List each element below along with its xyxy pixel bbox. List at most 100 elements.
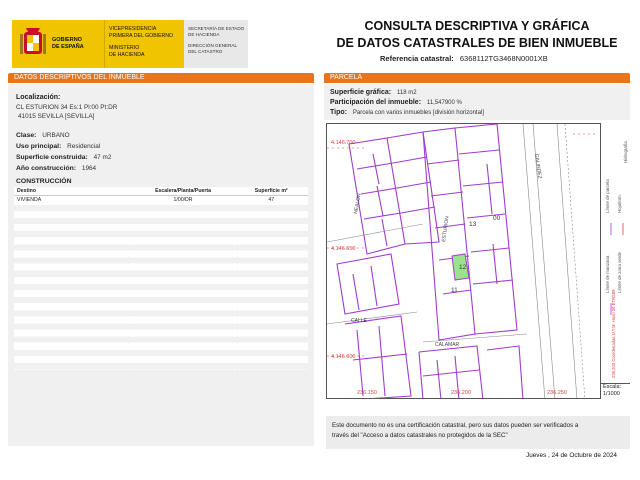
min-line-2: DE HACIENDA bbox=[109, 51, 145, 58]
section-bar-descriptive: DATOS DESCRIPTIVOS DEL INMUEBLE bbox=[8, 73, 314, 83]
map-legend-strip: Límite de parcela Límite de manzana Hoja… bbox=[600, 123, 630, 399]
legend-hoja: Hoja/Inm. bbox=[617, 194, 622, 213]
table-row bbox=[14, 257, 308, 265]
map-drawing: 4.146.700 4.146.650 4.146.600 236.150 23… bbox=[327, 124, 597, 398]
parcel-number-12: 12 bbox=[459, 264, 467, 271]
clase-row: Clase: URBANO bbox=[16, 132, 70, 139]
uso-label: Uso principal: bbox=[16, 143, 62, 150]
participacion-label: Participación del inmueble: bbox=[330, 99, 422, 106]
cadastral-map[interactable]: 4.146.700 4.146.650 4.146.600 236.150 23… bbox=[326, 123, 630, 399]
construccion-table: Destino Escalera/Planta/Puerta Superfici… bbox=[14, 187, 308, 370]
col-escalera: Escalera/Planta/Puerta bbox=[131, 187, 235, 196]
superficie-value: 47 m2 bbox=[93, 154, 112, 161]
participacion-row: Participación del inmueble: 11,547900 % bbox=[330, 98, 624, 108]
gov-line-1: GOBIERNO bbox=[52, 37, 82, 43]
dir-line-2: DEL CATASTRO bbox=[188, 48, 223, 54]
anio-row: Año construcción: 1964 bbox=[16, 165, 96, 172]
superficie-row: Superficie construida: 47 m2 bbox=[16, 154, 111, 161]
cell-superficie: 47 bbox=[234, 195, 308, 205]
map-coord-y1: 4.146.700 bbox=[331, 140, 355, 146]
superficie-label: Superficie construida: bbox=[16, 154, 88, 161]
scale-label: Escala: bbox=[603, 384, 622, 390]
tipo-row: Tipo: Parcela con varios inmuebles [divi… bbox=[330, 108, 624, 118]
parcel-number-13: 13 bbox=[469, 221, 477, 228]
table-row bbox=[14, 290, 308, 298]
construccion-title: CONSTRUCCIÓN bbox=[16, 178, 72, 185]
uso-value: Residencial bbox=[67, 143, 101, 150]
street-label-3: CALLE bbox=[351, 318, 368, 324]
table-row bbox=[14, 296, 308, 304]
title-line-1: CONSULTA DESCRIPTIVA Y GRÁFICA bbox=[364, 19, 590, 33]
map-coord-x3: 236.250 bbox=[547, 390, 567, 396]
table-row bbox=[14, 316, 308, 324]
title-line-2: DE DATOS CATASTRALES DE BIEN INMUEBLE bbox=[336, 36, 618, 50]
parcel-info: Superficie gráfica: 118 m2 Participación… bbox=[324, 84, 630, 120]
sup-grafica-value: 118 m2 bbox=[396, 90, 417, 96]
table-row bbox=[14, 270, 308, 278]
table-row bbox=[14, 237, 308, 245]
col-destino: Destino bbox=[14, 187, 132, 196]
table-row bbox=[14, 250, 308, 258]
section-bar-parcel: PARCELA bbox=[324, 73, 630, 83]
table-row bbox=[14, 362, 308, 370]
anio-value: 1964 bbox=[81, 165, 97, 172]
coords-note: 236.200 Coordenadas U.T.M. Huso 30 ETRS8… bbox=[611, 289, 616, 378]
table-header-row: Destino Escalera/Planta/Puerta Superfici… bbox=[14, 187, 308, 196]
map-coord-x2: 236.200 bbox=[451, 390, 471, 396]
street-label-1: NEALON bbox=[353, 193, 363, 215]
document-date: Jueves , 24 de Octubre de 2024 bbox=[526, 452, 617, 459]
legend-parcel: Límite de parcela bbox=[605, 179, 610, 213]
anio-label: Año construcción: bbox=[16, 165, 77, 172]
table-row bbox=[14, 310, 308, 318]
sec-line-1: SECRETARÍA DE ESTADO bbox=[188, 26, 245, 31]
legend-hidrografia: Hidrografía bbox=[623, 141, 628, 163]
header-logos: GOBIERNO DE ESPAÑA VICEPRESIDENCIA PRIME… bbox=[12, 20, 248, 68]
legend-manzana: Límite de manzana bbox=[605, 255, 610, 293]
note-line-2: través del "Acceso a datos catastrales n… bbox=[332, 432, 508, 439]
cell-escalera: 1/00/DR bbox=[131, 195, 235, 205]
tipo-value: Parcela con varios inmuebles [división h… bbox=[352, 110, 484, 116]
table-row bbox=[14, 342, 308, 351]
sup-grafica-row: Superficie gráfica: 118 m2 bbox=[330, 88, 624, 98]
parcel-number-00: 00 bbox=[493, 215, 501, 222]
street-label-2: ESTURION bbox=[441, 215, 451, 242]
table-row bbox=[14, 323, 308, 331]
sec-line-2: DE HACIENDA bbox=[188, 31, 220, 37]
clase-value: URBANO bbox=[42, 132, 70, 139]
ref-label: Referencia catastral: bbox=[380, 54, 454, 63]
disclaimer-note: Este documento no es una certificación c… bbox=[326, 416, 630, 449]
cadastral-reference: Referencia catastral: 6368112TG3468N0001… bbox=[380, 54, 548, 63]
scale-box: Escala: 1/1000 bbox=[600, 383, 630, 399]
document-title: CONSULTA DESCRIPTIVA Y GRÁFICA DE DATOS … bbox=[320, 18, 634, 52]
parcel-number-11: 11 bbox=[451, 287, 458, 294]
cell-destino: VIVIENDA bbox=[14, 195, 132, 205]
table-row bbox=[14, 211, 308, 219]
map-coord-y2: 4.146.650 bbox=[331, 246, 355, 252]
vice-line-2: PRIMERA DEL GOBIERNO bbox=[109, 32, 174, 39]
tipo-label: Tipo: bbox=[330, 109, 347, 116]
table-row bbox=[14, 349, 308, 357]
table-row bbox=[14, 277, 308, 285]
table-row bbox=[14, 356, 308, 364]
legend-zona-verde: Límite de zona verde bbox=[617, 251, 622, 293]
street-label-5: GALINDEZ bbox=[533, 153, 542, 179]
ref-value: 6368112TG3468N0001XB bbox=[459, 54, 548, 63]
gov-line-2: DE ESPAÑA bbox=[52, 44, 84, 50]
table-row bbox=[14, 329, 308, 337]
participacion-value: 11,547900 % bbox=[426, 100, 462, 106]
table-row bbox=[14, 230, 308, 238]
coat-of-arms-icon bbox=[20, 28, 46, 54]
ministry-block: VICEPRESIDENCIA PRIMERA DEL GOBIERNO MIN… bbox=[104, 20, 184, 68]
note-line-1: Este documento no es una certificación c… bbox=[332, 422, 579, 429]
descriptive-panel: Localización: CL ESTURION 34 Es:1 Pl:00 … bbox=[8, 84, 314, 446]
location-block: Localización: CL ESTURION 34 Es:1 Pl:00 … bbox=[16, 94, 117, 121]
col-superficie: Superficie m² bbox=[234, 187, 308, 196]
legend-drawing: Límite de parcela Límite de manzana Hoja… bbox=[605, 141, 628, 378]
address-line-2: 41015 SEVILLA [SEVILLA] bbox=[18, 113, 95, 120]
sup-grafica-label: Superficie gráfica: bbox=[330, 89, 392, 96]
table-row: VIVIENDA 1/00/DR 47 bbox=[14, 195, 308, 205]
table-row bbox=[14, 204, 308, 212]
table-row bbox=[14, 217, 308, 225]
table-row bbox=[14, 303, 308, 311]
table-row bbox=[14, 263, 308, 271]
